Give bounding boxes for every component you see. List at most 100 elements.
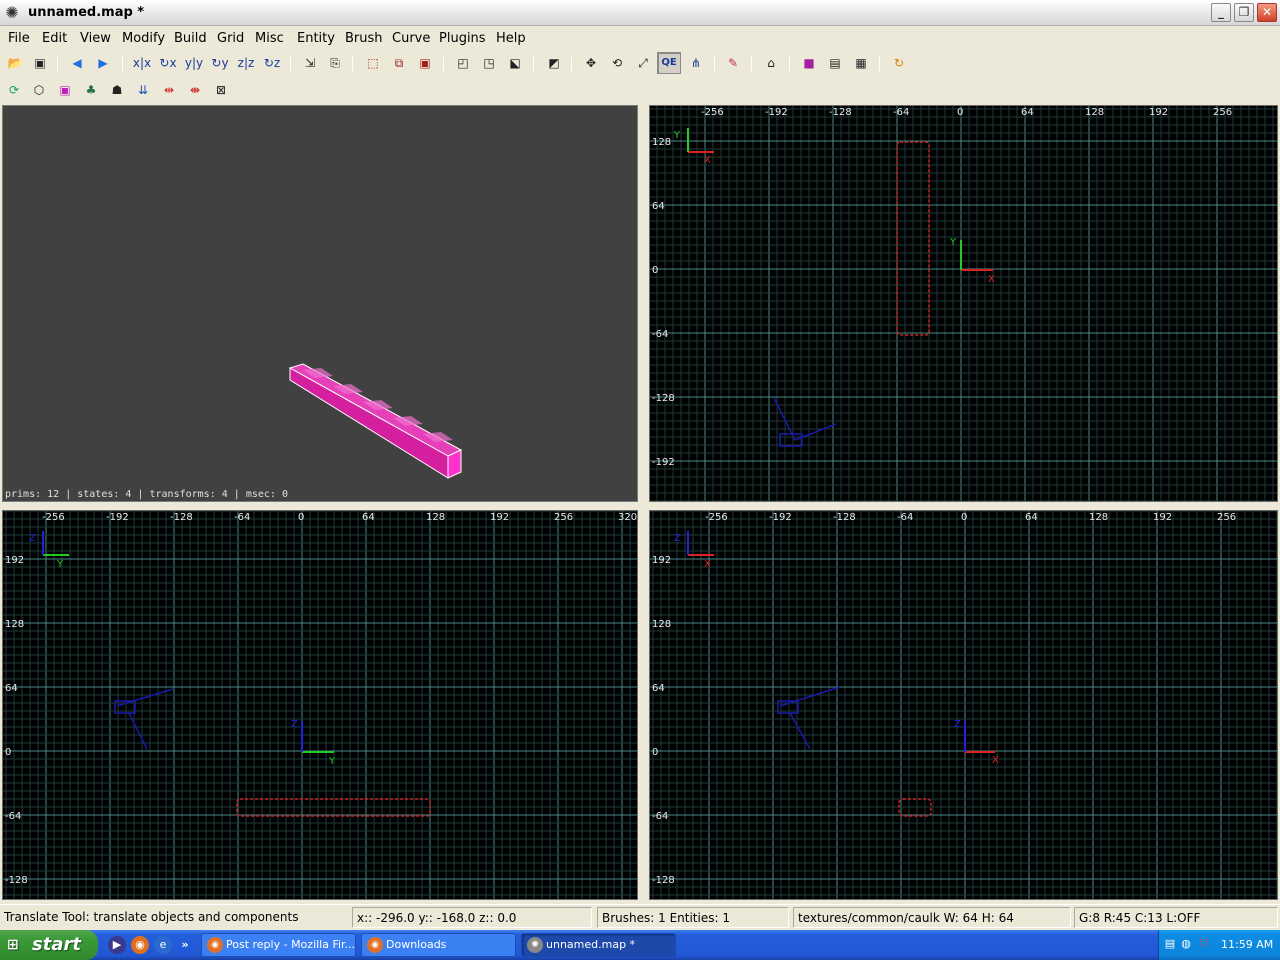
texture-icon[interactable]: ▣: [55, 81, 75, 99]
redo-icon[interactable]: ▶: [93, 54, 113, 72]
menu-misc[interactable]: Misc: [255, 31, 284, 46]
task-label: unnamed.map *: [546, 938, 636, 951]
menu-file[interactable]: File: [8, 31, 30, 46]
minimize-button[interactable]: _: [1211, 3, 1231, 22]
caulk-icon[interactable]: ⊠: [211, 81, 231, 99]
task-downloads[interactable]: ◉ Downloads: [361, 933, 516, 957]
toolbar-separator: [879, 55, 880, 71]
x-tick-label: 0: [957, 107, 963, 118]
translate-icon[interactable]: ✥: [581, 54, 601, 72]
y-tick-label: -64: [652, 329, 668, 340]
region-icon[interactable]: ⌂: [761, 54, 781, 72]
task-firefox-post-reply[interactable]: ◉ Post reply - Mozilla Fir...: [201, 933, 356, 957]
menu-brush[interactable]: Brush: [345, 31, 383, 46]
maximize-button[interactable]: ❐: [1234, 3, 1254, 22]
flip-z-icon[interactable]: z|z: [236, 54, 256, 72]
quicklaunch-more-icon[interactable]: »: [176, 936, 194, 954]
select-inside-icon[interactable]: ⎘: [325, 54, 345, 72]
menu-plugins[interactable]: Plugins: [439, 31, 486, 46]
firefox-icon: ◉: [207, 937, 223, 953]
media-player-icon[interactable]: ▶: [108, 936, 126, 954]
texture-browser-icon[interactable]: ▦: [851, 54, 871, 72]
qe-tool-button[interactable]: QE: [657, 52, 681, 74]
status-texture: textures/common/caulk W: 64 H: 64: [793, 907, 1071, 928]
menu-curve[interactable]: Curve: [392, 31, 430, 46]
join-icon[interactable]: ⇼: [185, 81, 205, 99]
ie-quicklaunch-icon[interactable]: e: [154, 936, 172, 954]
x-tick-label: -128: [833, 512, 856, 523]
security-shield-icon[interactable]: ⛉: [1197, 937, 1211, 951]
toolbar-separator: [751, 55, 752, 71]
close-button[interactable]: ✕: [1257, 3, 1277, 22]
camera-icon[interactable]: ⬕: [505, 54, 525, 72]
xy-origin-h-label: X: [988, 274, 995, 285]
select-touching-icon[interactable]: ⇲: [300, 54, 320, 72]
entity-icon[interactable]: ☗: [107, 81, 127, 99]
menu-edit[interactable]: Edit: [42, 31, 67, 46]
clipper-icon[interactable]: ◰: [453, 54, 473, 72]
x-tick-label: -256: [42, 512, 65, 523]
save-icon[interactable]: ▣: [30, 54, 50, 72]
polygon-icon[interactable]: ⬡: [29, 81, 49, 99]
firefox-quicklaunch-icon[interactable]: ◉: [131, 936, 149, 954]
x-tick-label: -128: [170, 512, 193, 523]
refresh-icon[interactable]: ↻: [889, 54, 909, 72]
volume-icon[interactable]: ◍: [1179, 937, 1193, 951]
rotate-z-icon[interactable]: ↻z: [262, 54, 282, 72]
task-radiant[interactable]: ✺ unnamed.map *: [521, 933, 676, 957]
menu-entity[interactable]: Entity: [297, 31, 335, 46]
xz-origin-v-label: Z: [291, 719, 298, 730]
task-label: Downloads: [386, 938, 447, 951]
flip-y-icon[interactable]: y|y: [184, 54, 204, 72]
y-tick-label: -64: [5, 811, 21, 822]
x-tick-label: 128: [1085, 107, 1104, 118]
csg-merge-icon[interactable]: ⧉: [389, 54, 409, 72]
x-tick-label: 64: [1025, 512, 1038, 523]
cube-icon[interactable]: ■: [799, 54, 819, 72]
scale-icon[interactable]: ⤢: [633, 54, 653, 72]
yz-grid: -256 -192 -128 -64 0 64 128 192 256 192 128 64 0 -64 -…: [650, 511, 1277, 899]
bobtoolz-icon[interactable]: ⟳: [4, 81, 24, 99]
xy-axis-gizmo: X Y: [673, 128, 714, 166]
rotate-x-icon[interactable]: ↻x: [158, 54, 178, 72]
status-grid: G:8 R:45 C:13 L:OFF: [1074, 907, 1278, 928]
menu-help[interactable]: Help: [496, 31, 526, 46]
yz-camera-entity[interactable]: [777, 686, 841, 750]
texture-lock-icon[interactable]: ◩: [544, 54, 564, 72]
x-tick-label: -192: [769, 512, 792, 523]
yz-side-view[interactable]: -256 -192 -128 -64 0 64 128 192 256 192 128 64 0 -64 -…: [649, 510, 1278, 900]
menu-grid[interactable]: Grid: [217, 31, 244, 46]
xy-axis-h-label: X: [704, 155, 711, 166]
xy-axis-v-label: Y: [673, 130, 681, 141]
title-bar: ✺ unnamed.map * _ ❐ ✕: [0, 0, 1280, 26]
xy-grid: -256 -192 -128 -64 0 64 128 192 256 128 64 0 -64 -128…: [650, 106, 1277, 501]
horizontal-splitter[interactable]: [0, 502, 1280, 510]
menu-view[interactable]: View: [80, 31, 111, 46]
vertex-edit-icon[interactable]: ⋔: [686, 54, 706, 72]
yz-origin-v-label: Z: [954, 719, 961, 730]
make-hollow-icon[interactable]: ▣: [415, 54, 435, 72]
brush-side-face: [289, 367, 449, 479]
camera-view[interactable]: prims: 12 | states: 4 | transforms: 4 | …: [2, 105, 638, 502]
undo-icon[interactable]: ◀: [67, 54, 87, 72]
xy-top-view[interactable]: -256 -192 -128 -64 0 64 128 192 256 128 64 0 -64 -128…: [649, 105, 1278, 502]
y-tick-label: -64: [652, 811, 668, 822]
tree-icon[interactable]: ♣: [81, 81, 101, 99]
menu-build[interactable]: Build: [174, 31, 207, 46]
clip-select-icon[interactable]: ◳: [479, 54, 499, 72]
menu-modify[interactable]: Modify: [122, 31, 165, 46]
entity-list-icon[interactable]: ▤: [825, 54, 845, 72]
rotate-icon[interactable]: ⟲: [607, 54, 627, 72]
xz-origin-h-label: Y: [328, 756, 336, 767]
merge-down-icon[interactable]: ⇊: [133, 81, 153, 99]
flip-x-icon[interactable]: x|x: [132, 54, 152, 72]
xz-front-view[interactable]: -256 -192 -128 -64 0 64 128 192 256 320 192 128 64 0 -…: [2, 510, 638, 900]
split-icon[interactable]: ⇹: [159, 81, 179, 99]
open-icon[interactable]: 📂: [5, 54, 25, 72]
rotate-y-icon[interactable]: ↻y: [210, 54, 230, 72]
patch-icon[interactable]: ✎: [723, 54, 743, 72]
xz-grid: -256 -192 -128 -64 0 64 128 192 256 320 192 128 64 0 -…: [3, 511, 637, 899]
network-icon[interactable]: ▤: [1163, 937, 1177, 951]
csg-subtract-icon[interactable]: ⬚: [363, 54, 383, 72]
start-button[interactable]: ⊞ start: [0, 930, 98, 960]
